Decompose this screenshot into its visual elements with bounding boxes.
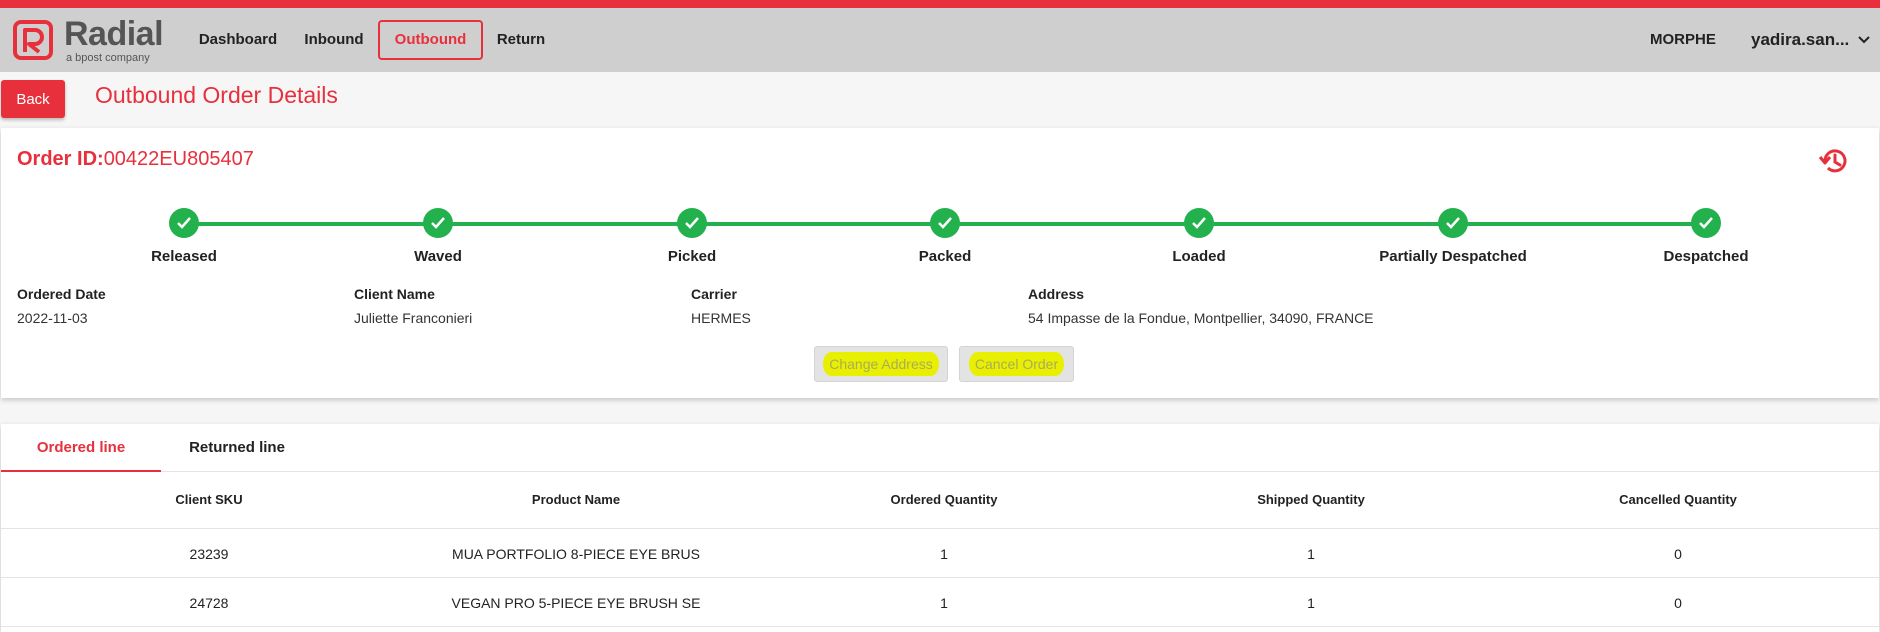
step-label: Picked: [667, 248, 717, 265]
page-title: Outbound Order Details: [95, 82, 338, 108]
nav-inbound[interactable]: Inbound: [298, 20, 370, 60]
address-label: Address: [1028, 286, 1085, 302]
column-header-client-sku[interactable]: Client SKU: [89, 492, 329, 507]
step-despatched: Despatched: [1606, 208, 1806, 265]
order-lines-card: Ordered line Returned line Client SKU Pr…: [1, 424, 1879, 632]
table-header-row: Client SKU Product Name Ordered Quantity…: [1, 472, 1879, 529]
user-menu[interactable]: yadira.san...: [1751, 20, 1871, 60]
back-button[interactable]: Back: [1, 80, 65, 118]
carrier-label: Carrier: [691, 286, 737, 302]
tab-returned-line[interactable]: Returned line: [161, 424, 313, 472]
radial-logo[interactable]: Radial a bpost company: [12, 14, 164, 64]
change-address-label: Change Address: [823, 352, 939, 376]
ordered-date-field: Ordered Date 2022-11-03: [17, 286, 106, 326]
step-label: Packed: [918, 248, 972, 265]
table-row[interactable]: 23239 MUA PORTFOLIO 8-PIECE EYE BRUS 1 1…: [1, 529, 1879, 578]
order-lines-tabs: Ordered line Returned line: [1, 424, 1879, 472]
ordered-date-label: Ordered Date: [17, 286, 106, 302]
ordered-date-value: 2022-11-03: [17, 310, 88, 326]
step-label: Partially Despatched: [1379, 248, 1527, 265]
step-partially-despatched: Partially Despatched: [1353, 208, 1553, 265]
cell-shipped-quantity: 1: [1307, 595, 1315, 611]
nav-outbound[interactable]: Outbound: [378, 20, 483, 60]
step-check-icon: [169, 208, 199, 238]
step-waved: Waved: [338, 208, 538, 265]
cancel-order-label: Cancel Order: [968, 352, 1065, 376]
order-id-label: Order ID:: [17, 148, 104, 170]
cancel-order-button[interactable]: Cancel Order: [959, 346, 1074, 382]
cell-cancelled-quantity: 0: [1674, 546, 1682, 562]
cell-product-name: MUA PORTFOLIO 8-PIECE EYE BRUS: [452, 546, 700, 562]
cell-client-sku: 23239: [189, 546, 229, 562]
cell-product-name: VEGAN PRO 5-PIECE EYE BRUSH SE: [451, 595, 701, 611]
step-check-icon: [677, 208, 707, 238]
cell-ordered-quantity: 1: [940, 546, 948, 562]
client-name-label: Client Name: [354, 286, 435, 302]
step-label: Waved: [414, 248, 462, 265]
step-check-icon: [1184, 208, 1214, 238]
brand-tagline: a bpost company: [66, 51, 150, 64]
step-released: Released: [84, 208, 284, 265]
carrier-value: HERMES: [691, 310, 751, 326]
brand-name: Radial: [64, 14, 164, 53]
order-id-value: 00422EU805407: [103, 148, 254, 170]
column-header-ordered-quantity[interactable]: Ordered Quantity: [844, 492, 1044, 507]
tab-ordered-line[interactable]: Ordered line: [1, 424, 161, 472]
column-header-product-name[interactable]: Product Name: [416, 492, 736, 507]
change-address-button[interactable]: Change Address: [814, 346, 948, 382]
org-name[interactable]: MORPHE: [1650, 20, 1716, 60]
column-header-cancelled-quantity[interactable]: Cancelled Quantity: [1578, 492, 1778, 507]
carrier-field: Carrier HERMES: [691, 286, 751, 326]
step-check-icon: [423, 208, 453, 238]
cell-shipped-quantity: 1: [1307, 546, 1315, 562]
step-label: Released: [151, 248, 217, 265]
cell-ordered-quantity: 1: [940, 595, 948, 611]
address-field: Address 54 Impasse de la Fondue, Montpel…: [1028, 286, 1374, 326]
cell-cancelled-quantity: 0: [1674, 595, 1682, 611]
radial-logo-icon: [12, 19, 54, 61]
address-value: 54 Impasse de la Fondue, Montpellier, 34…: [1028, 310, 1374, 326]
nav-return[interactable]: Return: [494, 20, 548, 60]
order-details-card: Order ID:00422EU805407 Released Waved Pi…: [1, 128, 1879, 398]
step-label: Despatched: [1663, 248, 1749, 265]
step-packed: Packed: [845, 208, 1045, 265]
navbar: Radial a bpost company Dashboard Inbound…: [0, 8, 1880, 72]
nav-dashboard[interactable]: Dashboard: [192, 20, 284, 60]
step-label: Loaded: [1172, 248, 1226, 265]
client-name-value: Juliette Franconieri: [354, 310, 473, 326]
cell-client-sku: 24728: [189, 595, 229, 611]
order-id: Order ID:00422EU805407: [17, 148, 254, 171]
table-row[interactable]: 24728 VEGAN PRO 5-PIECE EYE BRUSH SE 1 1…: [1, 578, 1879, 627]
client-name-field: Client Name Juliette Franconieri: [354, 286, 472, 326]
column-header-shipped-quantity[interactable]: Shipped Quantity: [1211, 492, 1411, 507]
step-check-icon: [930, 208, 960, 238]
step-loaded: Loaded: [1099, 208, 1299, 265]
step-picked: Picked: [592, 208, 792, 265]
chevron-down-icon: [1858, 36, 1870, 44]
step-check-icon: [1438, 208, 1468, 238]
status-stepper: Released Waved Picked Packed Loaded Part…: [1, 208, 1879, 278]
history-icon[interactable]: [1817, 144, 1851, 178]
step-check-icon: [1691, 208, 1721, 238]
user-name: yadira.san...: [1751, 30, 1850, 49]
top-accent-bar: [0, 0, 1880, 8]
